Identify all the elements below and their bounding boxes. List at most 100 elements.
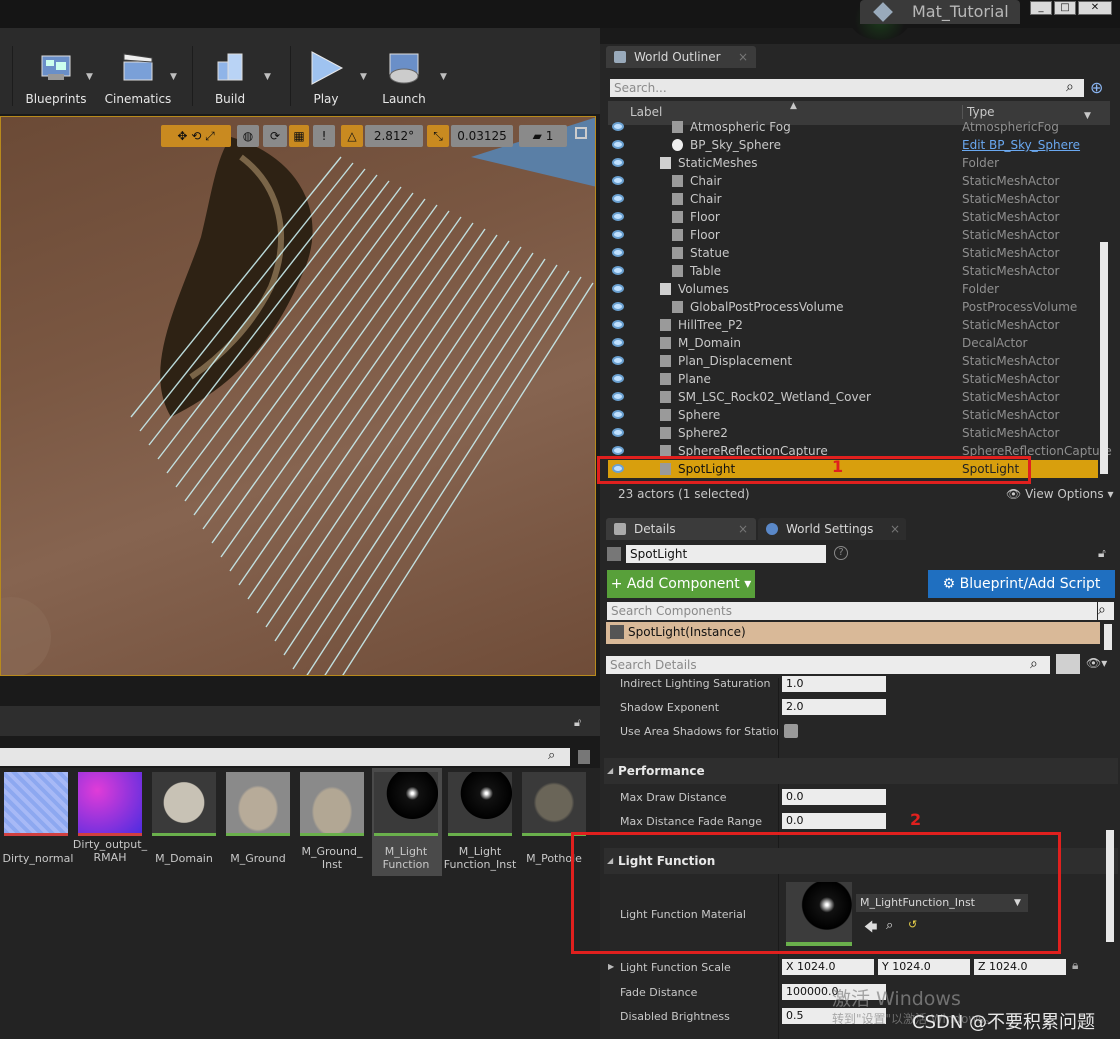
launch-button[interactable]: Launch (376, 48, 432, 106)
outliner-row[interactable]: GlobalPostProcessVolume PostProcessVolume (608, 298, 1098, 316)
indirect-saturation-field[interactable]: 1.0 (782, 676, 886, 692)
outliner-row[interactable]: Plane StaticMeshActor (608, 370, 1098, 388)
visibility-eye-icon[interactable] (612, 374, 624, 383)
visibility-eye-icon[interactable] (612, 428, 624, 437)
outliner-row[interactable]: Table StaticMeshActor (608, 262, 1098, 280)
search-details-input[interactable]: Search Details (606, 656, 1050, 674)
visibility-eye-icon[interactable] (612, 410, 624, 419)
add-filter-icon[interactable]: ⊕ (1090, 78, 1110, 98)
details-scrollbar[interactable] (1106, 830, 1114, 942)
outliner-scrollbar[interactable] (1100, 242, 1108, 474)
visibility-eye-icon[interactable] (612, 248, 624, 257)
grid-view-icon[interactable] (1056, 654, 1080, 674)
outliner-row[interactable]: Chair StaticMeshActor (608, 190, 1098, 208)
visibility-eye-icon[interactable] (612, 320, 624, 329)
asset-thumbnail[interactable] (448, 772, 512, 836)
visibility-eye-icon[interactable] (612, 284, 624, 293)
outliner-row[interactable]: Floor StaticMeshActor (608, 226, 1098, 244)
window-title-tab[interactable]: Mat_Tutorial (860, 0, 1020, 24)
outliner-row[interactable]: Floor StaticMeshActor (608, 208, 1098, 226)
world-space-icon[interactable]: ◍ (237, 125, 259, 147)
eye-icon[interactable]: 👁︎▾ (1086, 656, 1107, 670)
build-button[interactable]: Build (200, 48, 260, 106)
transform-tools[interactable]: ✥ ⟲ ⤢ (161, 125, 231, 147)
prop-label[interactable]: ▶ Light Function Scale (608, 961, 731, 974)
close-tab-icon[interactable]: × (738, 518, 748, 540)
search-icon[interactable]: ⌕ (548, 748, 566, 766)
asset-thumbnail[interactable] (374, 772, 438, 836)
visibility-eye-icon[interactable] (612, 338, 624, 347)
search-icon[interactable]: ⌕ (1098, 602, 1114, 620)
blueprints-dropdown-caret[interactable]: ▼ (86, 72, 93, 82)
fade-range-field[interactable]: 0.0 (782, 813, 886, 829)
outliner-row[interactable]: Sphere StaticMeshActor (608, 406, 1098, 424)
cinematics-button[interactable]: Cinematics (104, 48, 172, 106)
surface-snap-icon[interactable]: ⟳ (263, 125, 287, 147)
search-icon[interactable]: ⌕ (1030, 656, 1038, 672)
outliner-row[interactable]: SM_LSC_Rock02_Wetland_Cover StaticMeshAct… (608, 388, 1098, 406)
outliner-row[interactable]: BP_Sky_Sphere Edit BP_Sky_Sphere (608, 136, 1098, 154)
visibility-eye-icon[interactable] (612, 392, 624, 401)
asset-thumbnail[interactable] (152, 772, 216, 836)
outliner-row[interactable]: HillTree_P2 StaticMeshActor (608, 316, 1098, 334)
visibility-eye-icon[interactable] (612, 302, 624, 311)
column-type[interactable]: Type (962, 105, 995, 119)
visibility-eye-icon[interactable] (612, 158, 624, 167)
outliner-row[interactable]: Volumes Folder (608, 280, 1098, 298)
save-icon[interactable] (578, 750, 590, 764)
visibility-eye-icon[interactable] (612, 446, 624, 455)
outliner-row[interactable]: Plan_Displacement StaticMeshActor (608, 352, 1098, 370)
category-performance[interactable]: ◢ Performance (604, 758, 1118, 784)
asset-thumbnail[interactable] (522, 772, 586, 836)
visibility-eye-icon[interactable] (612, 140, 624, 149)
visibility-eye-icon[interactable] (612, 356, 624, 365)
maximize-viewport-icon[interactable] (575, 127, 587, 139)
search-components-input[interactable]: Search Components (607, 602, 1097, 620)
angle-snap-value[interactable]: 2.812° (365, 125, 423, 147)
visibility-eye-icon[interactable] (612, 212, 624, 221)
edit-blueprint-link[interactable]: Edit BP_Sky_Sphere (962, 136, 1080, 154)
help-icon[interactable]: ? (834, 546, 848, 560)
level-viewport[interactable]: ✥ ⟲ ⤢ ◍ ⟳ ▦ ! △ 2.812° ⤡ 0.03125 ▰ 1 (0, 116, 596, 676)
view-options-button[interactable]: 👁︎ View Options ▾ (1006, 487, 1114, 501)
scale-y-field[interactable]: Y 1024.0 (878, 959, 970, 975)
visibility-eye-icon[interactable] (612, 122, 624, 131)
max-draw-distance-field[interactable]: 0.0 (782, 789, 886, 805)
play-button[interactable]: Play (298, 48, 354, 106)
close-tab-icon[interactable]: × (738, 46, 748, 68)
close-button[interactable]: ✕ (1078, 1, 1112, 15)
angle-snap-icon[interactable]: △ (341, 125, 363, 147)
camera-speed[interactable]: ▰ 1 (519, 125, 567, 147)
add-component-button[interactable]: + Add Component ▾ (607, 570, 755, 598)
visibility-eye-icon[interactable] (612, 176, 624, 185)
visibility-eye-icon[interactable] (612, 266, 624, 275)
outliner-row[interactable]: M_Domain DecalActor (608, 334, 1098, 352)
asset-thumbnail[interactable] (300, 772, 364, 836)
scale-snap-value[interactable]: 0.03125 (451, 125, 513, 147)
asset-thumbnail[interactable] (4, 772, 68, 836)
outliner-row[interactable]: Sphere2 StaticMeshActor (608, 424, 1098, 442)
area-shadows-checkbox[interactable] (784, 724, 798, 738)
tab-world-outliner[interactable]: World Outliner × (606, 46, 756, 68)
components-scrollbar[interactable] (1104, 624, 1112, 650)
lock-icon[interactable]: 🔒︎ (1072, 958, 1078, 973)
outliner-row[interactable]: StaticMeshes Folder (608, 154, 1098, 172)
outliner-search-input[interactable]: Search... (610, 79, 1084, 97)
scale-x-field[interactable]: X 1024.0 (782, 959, 874, 975)
scale-snap-icon[interactable]: ⤡ (427, 125, 449, 147)
maximize-button[interactable]: □ (1054, 1, 1076, 15)
minimize-button[interactable]: _ (1030, 1, 1052, 15)
search-icon[interactable]: ⌕ (1066, 79, 1084, 97)
close-tab-icon[interactable]: × (890, 518, 900, 540)
outliner-row[interactable]: Statue StaticMeshActor (608, 244, 1098, 262)
visibility-eye-icon[interactable] (612, 230, 624, 239)
blueprints-button[interactable]: Blueprints (22, 48, 90, 106)
asset-thumbnail[interactable] (78, 772, 142, 836)
grid-snap-value[interactable]: ! (313, 125, 335, 147)
scale-z-field[interactable]: Z 1024.0 (974, 959, 1066, 975)
component-instance-row[interactable]: SpotLight(Instance) (606, 622, 1100, 644)
cinematics-dropdown-caret[interactable]: ▼ (170, 72, 177, 82)
asset-thumbnail[interactable] (226, 772, 290, 836)
actor-name-field[interactable]: SpotLight (626, 545, 826, 563)
lock-icon[interactable]: 🔓︎ (1098, 546, 1106, 561)
